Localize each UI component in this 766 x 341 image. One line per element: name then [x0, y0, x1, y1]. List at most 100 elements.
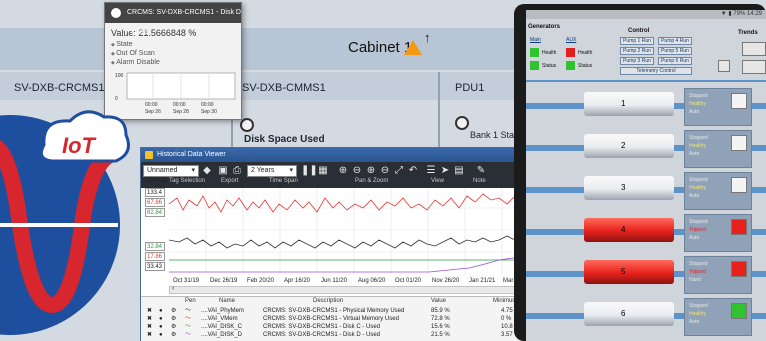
main-label[interactable]: Main	[530, 37, 541, 43]
pump-status-box[interactable]: Stopped Tripped Auto	[684, 214, 752, 252]
panel-title-pdu1[interactable]: PDU1	[455, 82, 484, 94]
panel-title-cmms1[interactable]: SV-DXB-CMMS1	[242, 82, 326, 94]
svg-text:100: 100	[115, 73, 124, 79]
zoom-x-icon[interactable]: ⊕	[365, 165, 377, 176]
telemetry-indicator	[718, 60, 730, 72]
trend-plot[interactable]: 133.4 67.86 82.84 32.84 17.86 33.43 Oct …	[141, 188, 541, 296]
date-label: Jan 21/21	[469, 278, 496, 284]
pump-icon[interactable]	[584, 134, 674, 158]
pump-row[interactable]: 6 Stopped Healthy Auto	[526, 296, 766, 338]
pump-icon[interactable]	[584, 218, 674, 242]
time-scrollbar[interactable]: ‹	[169, 285, 541, 294]
pump-status-box[interactable]: Stopped Healthy Auto	[684, 130, 752, 168]
tooltip-option[interactable]: Alarm Disable	[105, 58, 241, 67]
svg-text:Sep 30: Sep 30	[201, 109, 217, 115]
table-row[interactable]: ✖ ● ⚙ 〜 ....VAI_DISK_C CRCMS: SV-DXB-CRC…	[141, 323, 541, 331]
pump-run-button[interactable]: Pump 1 Run	[620, 37, 654, 45]
remove-icon[interactable]: ✖	[147, 315, 152, 323]
pump-row[interactable]: 3 Stopped Healthy Auto	[526, 170, 766, 212]
note-icon[interactable]: ✎	[475, 165, 487, 176]
pump-status-box[interactable]: Stopped Healthy Auto	[684, 88, 752, 126]
scroll-left-icon[interactable]: ‹	[172, 285, 174, 292]
pump-row[interactable]: 2 Stopped Healthy Auto	[526, 128, 766, 170]
pump-status-box[interactable]: Stopped Tripped Hand	[684, 256, 752, 294]
telemetry-control-button[interactable]: Telemetry Control	[620, 67, 692, 75]
tag-select-icon[interactable]: ◆	[201, 165, 213, 176]
group-select[interactable]: Unnamed Group ▾	[143, 165, 199, 184]
visibility-icon[interactable]: ●	[159, 307, 163, 315]
pump-icon[interactable]	[584, 92, 674, 116]
led-label: Health	[578, 50, 593, 56]
grid-header: Value	[431, 298, 446, 304]
date-label: Aug 06/20	[358, 278, 386, 284]
aux-label[interactable]: AUX	[566, 37, 576, 43]
table-row[interactable]: ✖ ● ⚙ 〜 ....VAI_PhyMem CRCMS: SV-DXB-CRC…	[141, 307, 541, 315]
pump-icon[interactable]	[584, 260, 674, 284]
axis-value: 67.86	[145, 198, 165, 207]
pump-status-box[interactable]: Stopped Healthy Auto	[684, 172, 752, 210]
settings-icon[interactable]: ⚙	[171, 331, 176, 339]
led-label: Status	[578, 63, 593, 69]
grid-header: Description	[313, 298, 344, 304]
pump-row[interactable]: 5 Stopped Tripped Hand	[526, 254, 766, 296]
pump-state-indicator	[731, 219, 747, 235]
pen-line-icon: 〜	[185, 332, 192, 338]
list-view-icon[interactable]: ☰	[425, 165, 437, 176]
settings-icon[interactable]: ⚙	[171, 315, 176, 323]
save-icon[interactable]: ▣	[217, 165, 229, 176]
print-icon[interactable]: ⎙	[231, 165, 243, 176]
visibility-icon[interactable]: ●	[159, 323, 163, 331]
row-description: CRCMS: SV-DXB-CRCMS1 - Virtual Memory Us…	[263, 316, 399, 322]
led-label: Status	[542, 63, 557, 69]
server-node-icon[interactable]	[240, 118, 254, 132]
tooltip-option[interactable]: Out Of Scan	[105, 49, 241, 58]
timespan-select[interactable]: 2 Years ▾	[247, 165, 297, 177]
remove-icon[interactable]: ✖	[147, 331, 152, 339]
settings-icon[interactable]: ⚙	[171, 307, 176, 315]
layout-icon[interactable]: ▤	[453, 165, 465, 176]
pause-icon[interactable]: ❚❚	[301, 165, 318, 176]
zoom-y-icon[interactable]: ⊖	[379, 165, 391, 176]
panel-title-crcms1[interactable]: SV-DXB-CRCMS1	[14, 82, 104, 94]
pump-run-button[interactable]: Pump 2 Run	[620, 47, 654, 55]
pump-run-button[interactable]: Pump 3 Run	[620, 57, 654, 65]
tooltip-option[interactable]: State	[105, 40, 241, 49]
calendar-icon[interactable]: ▦	[317, 165, 329, 176]
section-label: Pan & Zoom	[355, 178, 389, 184]
visibility-icon[interactable]: ●	[159, 315, 163, 323]
pump-run-button[interactable]: Pump 6 Run	[658, 57, 692, 65]
table-row[interactable]: ✖ ● ⚙ 〜 ....VAI_VMem CRCMS: SV-DXB-CRCMS…	[141, 315, 541, 323]
pump-run-button[interactable]: Pump 5 Run	[658, 47, 692, 55]
pdu-node-icon[interactable]	[455, 116, 469, 130]
section-title: Generators	[528, 24, 561, 30]
cursor-icon[interactable]: ➤	[439, 165, 451, 176]
zoom-out-icon[interactable]: ⊖	[351, 165, 363, 176]
pump-run-button[interactable]: Pump 4 Run	[658, 37, 692, 45]
row-name: ....VAI_DISK_D	[201, 332, 242, 338]
section-label: Export	[221, 178, 239, 184]
trend-button[interactable]	[742, 60, 766, 74]
undo-zoom-icon[interactable]: ↶	[407, 165, 419, 176]
timespan-select-value: 2 Years	[251, 167, 275, 174]
remove-icon[interactable]: ✖	[147, 307, 152, 315]
zoom-in-icon[interactable]: ⊕	[337, 165, 349, 176]
visibility-icon[interactable]: ●	[159, 331, 163, 339]
pump-icon[interactable]	[584, 302, 674, 326]
pump-row[interactable]: 1 Stopped Healthy Auto	[526, 86, 766, 128]
fit-icon[interactable]: ⤢	[393, 165, 405, 176]
svg-text:Sep 28: Sep 28	[173, 109, 189, 115]
section-label: Tag Selection	[169, 178, 206, 184]
settings-icon[interactable]: ⚙	[171, 323, 176, 331]
axis-value: 17.86	[145, 252, 165, 261]
pump-icon[interactable]	[584, 176, 674, 200]
trend-button[interactable]	[742, 42, 766, 56]
iot-logo: IoT	[0, 110, 130, 335]
pump-state-indicator	[731, 135, 747, 151]
pump-state-indicator	[731, 303, 747, 319]
chevron-down-icon: ▾	[191, 167, 195, 174]
table-row[interactable]: ✖ ● ⚙ 〜 ....VAI_DISK_D CRCMS: SV-DXB-CRC…	[141, 331, 541, 339]
remove-icon[interactable]: ✖	[147, 323, 152, 331]
pump-status-box[interactable]: Stopped Healthy Auto	[684, 298, 752, 336]
pump-row[interactable]: 4 Stopped Tripped Auto	[526, 212, 766, 254]
section-label: Note	[473, 178, 486, 184]
